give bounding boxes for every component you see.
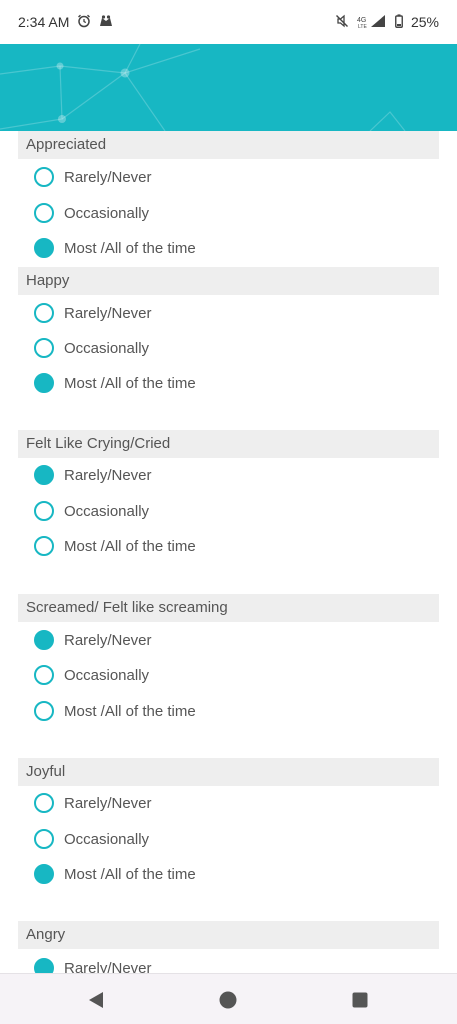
status-right: 4G LTE 25% bbox=[335, 13, 439, 31]
question-title: Joyful bbox=[18, 758, 439, 786]
option-label: Rarely/Never bbox=[64, 631, 152, 649]
header-banner bbox=[0, 44, 457, 131]
notification-icon bbox=[99, 14, 113, 30]
radio-button[interactable] bbox=[34, 701, 54, 721]
radio-button[interactable] bbox=[34, 793, 54, 813]
option-most-all-of-the-time[interactable]: Most /All of the time bbox=[34, 698, 196, 724]
option-occasionally[interactable]: Occasionally bbox=[34, 826, 149, 852]
option-label: Occasionally bbox=[64, 830, 150, 848]
battery-percent: 25% bbox=[410, 14, 439, 30]
option-rarely-never[interactable]: Rarely/Never bbox=[34, 164, 152, 190]
option-label: Occasionally bbox=[64, 339, 150, 357]
status-bar: 2:34 AM 4G LTE 25% bbox=[0, 0, 457, 44]
option-occasionally[interactable]: Occasionally bbox=[34, 662, 149, 688]
status-left: 2:34 AM bbox=[18, 14, 113, 31]
radio-button-selected[interactable] bbox=[34, 373, 54, 393]
option-most-all-of-the-time[interactable]: Most /All of the time bbox=[34, 235, 196, 261]
radio-button[interactable] bbox=[34, 829, 54, 849]
question-title: Angry bbox=[18, 921, 439, 949]
battery-icon bbox=[395, 13, 403, 31]
radio-button-selected[interactable] bbox=[34, 864, 54, 884]
option-most-all-of-the-time[interactable]: Most /All of the time bbox=[34, 370, 196, 396]
option-occasionally[interactable]: Occasionally bbox=[34, 498, 149, 524]
question-title: Appreciated bbox=[18, 131, 439, 159]
radio-button-selected[interactable] bbox=[34, 465, 54, 485]
radio-button-selected[interactable] bbox=[34, 630, 54, 650]
header-network-pattern bbox=[0, 44, 406, 131]
radio-button[interactable] bbox=[34, 338, 54, 358]
option-occasionally[interactable]: Occasionally bbox=[34, 335, 149, 361]
option-label: Rarely/Never bbox=[64, 466, 152, 484]
option-label: Occasionally bbox=[64, 204, 150, 222]
option-label: Rarely/Never bbox=[64, 304, 152, 322]
system-navigation-bar bbox=[0, 973, 457, 1024]
mute-icon bbox=[335, 14, 349, 31]
option-rarely-never[interactable]: Rarely/Never bbox=[34, 790, 152, 816]
option-label: Occasionally bbox=[64, 502, 150, 520]
option-most-all-of-the-time[interactable]: Most /All of the time bbox=[34, 861, 196, 887]
option-rarely-never[interactable]: Rarely/Never bbox=[34, 300, 152, 326]
option-label: Most /All of the time bbox=[64, 865, 196, 883]
option-label: Most /All of the time bbox=[64, 702, 196, 720]
recents-icon[interactable] bbox=[352, 992, 368, 1013]
option-label: Rarely/Never bbox=[64, 168, 152, 186]
lte-signal-icon: 4G LTE bbox=[357, 14, 387, 31]
option-label: Most /All of the time bbox=[64, 374, 196, 392]
svg-text:4G: 4G bbox=[357, 17, 366, 24]
radio-button[interactable] bbox=[34, 665, 54, 685]
radio-button[interactable] bbox=[34, 536, 54, 556]
radio-button[interactable] bbox=[34, 501, 54, 521]
option-label: Most /All of the time bbox=[64, 537, 196, 555]
option-rarely-never[interactable]: Rarely/Never bbox=[34, 627, 152, 653]
option-rarely-never[interactable]: Rarely/Never bbox=[34, 462, 152, 488]
status-time: 2:34 AM bbox=[18, 14, 70, 30]
question-title: Happy bbox=[18, 267, 439, 295]
question-title: Felt Like Crying/Cried bbox=[18, 430, 439, 458]
option-label: Most /All of the time bbox=[64, 239, 196, 257]
radio-button[interactable] bbox=[34, 203, 54, 223]
radio-button[interactable] bbox=[34, 167, 54, 187]
alarm-icon bbox=[77, 14, 91, 31]
home-icon[interactable] bbox=[219, 991, 237, 1014]
question-title: Screamed/ Felt like screaming bbox=[18, 594, 439, 622]
option-occasionally[interactable]: Occasionally bbox=[34, 200, 149, 226]
radio-button[interactable] bbox=[34, 303, 54, 323]
option-label: Rarely/Never bbox=[64, 794, 152, 812]
radio-button-selected[interactable] bbox=[34, 238, 54, 258]
option-label: Occasionally bbox=[64, 666, 150, 684]
back-icon[interactable] bbox=[88, 991, 104, 1014]
svg-text:LTE: LTE bbox=[358, 24, 367, 28]
option-most-all-of-the-time[interactable]: Most /All of the time bbox=[34, 533, 196, 559]
